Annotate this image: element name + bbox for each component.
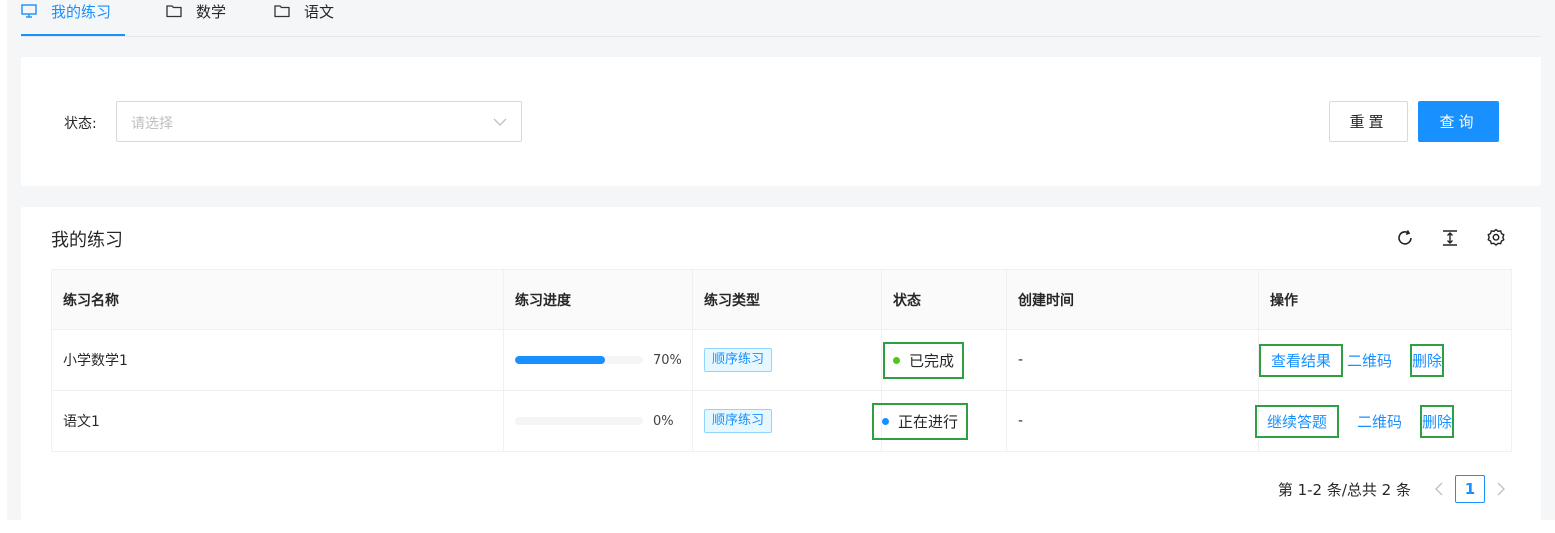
- page-number-current[interactable]: 1: [1455, 475, 1485, 503]
- pagination: 第 1-2 条/总共 2 条 1: [1278, 475, 1511, 503]
- practice-type-cell: 顺序练习: [692, 390, 882, 452]
- created-time-cell: -: [1006, 329, 1259, 391]
- column-header-name[interactable]: 练习名称: [51, 269, 504, 330]
- delete-link[interactable]: 删除: [1410, 343, 1445, 377]
- progress-percent: 0%: [653, 413, 674, 429]
- tab-my-practice[interactable]: 我的练习: [21, 0, 111, 26]
- column-header-type[interactable]: 练习类型: [692, 269, 882, 330]
- status-dot: [882, 417, 889, 425]
- tab-chinese[interactable]: 语文: [274, 0, 334, 26]
- column-header-created-time[interactable]: 创建时间: [1006, 269, 1259, 330]
- status-text: 正在进行: [898, 412, 959, 431]
- progress-cell: 0%: [503, 390, 693, 452]
- status-cell: 已完成: [881, 329, 1007, 391]
- progress-fill: [515, 356, 605, 364]
- search-form-card: 状态: 请选择 重置 查询: [21, 57, 1541, 186]
- status-text: 已完成: [909, 351, 955, 370]
- tab-label: 数学: [196, 2, 227, 21]
- reload-icon[interactable]: [1394, 227, 1416, 249]
- reset-button[interactable]: 重置: [1329, 101, 1408, 142]
- chevron-left-icon[interactable]: [1429, 475, 1449, 503]
- row-actions: 查看结果 二维码 删除: [1259, 343, 1511, 377]
- table-row: 语文1 0% 顺序练习 正在进行 - 继续答题 二维码 删除: [51, 390, 1512, 452]
- active-tab-indicator: [21, 34, 125, 36]
- table-row: 小学数学1 70% 顺序练习 已完成 - 查看结果 二维码 删除: [51, 329, 1512, 391]
- progress-track: [515, 356, 643, 364]
- actions-cell: 查看结果 二维码 删除: [1258, 329, 1512, 391]
- qr-code-link[interactable]: 二维码: [1347, 350, 1392, 371]
- tab-label: 语文: [304, 2, 335, 21]
- practice-type-cell: 顺序练习: [692, 329, 882, 391]
- tab-label: 我的练习: [51, 2, 112, 21]
- status-badge: 已完成: [883, 341, 965, 379]
- column-header-progress[interactable]: 练习进度: [503, 269, 693, 330]
- practice-type-tag: 顺序练习: [704, 348, 773, 372]
- status-cell: 正在进行: [872, 390, 1007, 452]
- monitor-icon: [21, 4, 37, 18]
- practice-table: 练习名称 练习进度 练习类型 状态 创建时间 操作 小学数学1 70% 顺序练习…: [51, 269, 1512, 452]
- practice-table-card: 我的练习 练习名称 练习进度 练习类型 状态 创建时间 操作 小学数学1 70%…: [21, 207, 1541, 520]
- row-actions: 继续答题 二维码 删除: [1255, 404, 1511, 438]
- progress-percent: 70%: [653, 352, 682, 368]
- status-select-placeholder: 请选择: [131, 116, 173, 132]
- column-header-actions: 操作: [1258, 269, 1512, 330]
- practice-name-cell: 小学数学1: [51, 329, 504, 391]
- progress-bar: 70%: [515, 353, 692, 368]
- gear-icon[interactable]: [1485, 227, 1507, 249]
- tab-math[interactable]: 数学: [166, 0, 226, 26]
- chevron-right-icon[interactable]: [1491, 475, 1511, 503]
- status-badge: 正在进行: [872, 402, 969, 440]
- qr-code-link[interactable]: 二维码: [1357, 411, 1402, 432]
- folder-icon: [166, 4, 182, 18]
- created-time-cell: -: [1006, 390, 1259, 452]
- column-height-icon[interactable]: [1439, 227, 1461, 249]
- pagination-total: 第 1-2 条/总共 2 条: [1277, 480, 1411, 499]
- column-header-status[interactable]: 状态: [881, 269, 1007, 330]
- progress-cell: 70%: [503, 329, 693, 391]
- status-select[interactable]: 请选择: [116, 101, 522, 142]
- chevron-down-icon: [493, 115, 507, 131]
- actions-cell: 继续答题 二维码 删除: [1255, 390, 1512, 452]
- practice-type-tag: 顺序练习: [704, 409, 773, 433]
- progress-track: [515, 417, 643, 425]
- table-title: 我的练习: [51, 230, 123, 251]
- query-button[interactable]: 查询: [1418, 101, 1499, 142]
- status-dot: [893, 356, 900, 364]
- delete-link[interactable]: 删除: [1420, 404, 1455, 438]
- practice-name-cell: 语文1: [51, 390, 504, 452]
- table-header-row: 练习名称 练习进度 练习类型 状态 创建时间 操作: [51, 269, 1512, 330]
- status-filter-label: 状态:: [64, 116, 97, 132]
- continue-answering-link[interactable]: 继续答题: [1255, 404, 1340, 438]
- tab-bar: 我的练习 数学 语文: [21, 0, 1541, 37]
- view-result-link[interactable]: 查看结果: [1259, 343, 1344, 377]
- progress-bar: 0%: [515, 414, 692, 429]
- folder-icon: [274, 4, 290, 18]
